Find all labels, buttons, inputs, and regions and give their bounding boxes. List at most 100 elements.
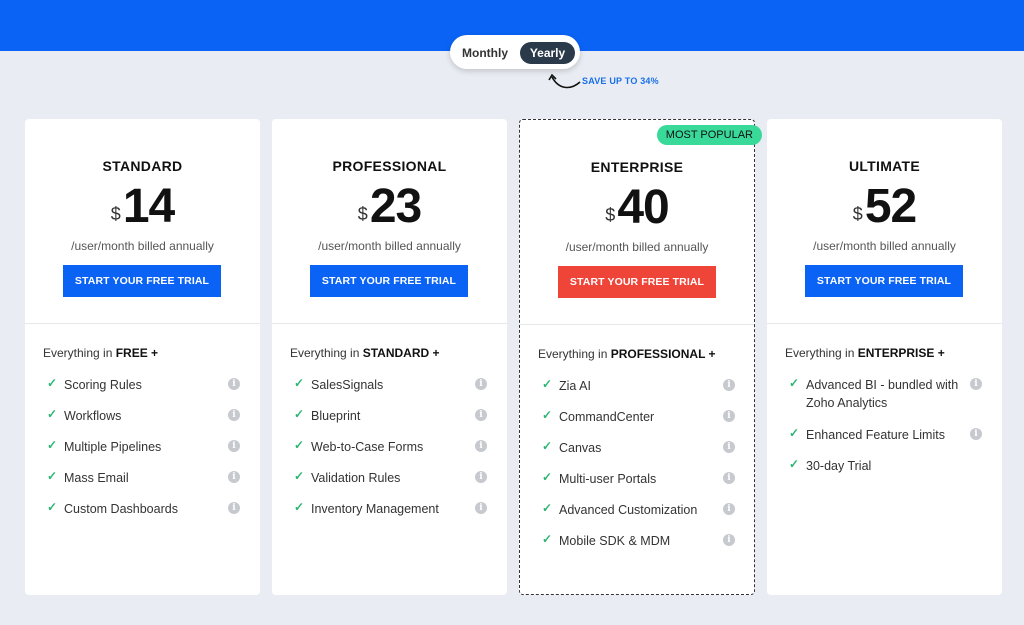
feature-label: Validation Rules [311,471,401,485]
check-icon: ✓ [789,457,800,471]
feature-item: ✓ Mass Email i [25,468,260,499]
billing-note: /user/month billed annually [318,239,461,253]
billing-note: /user/month billed annually [71,239,214,253]
check-icon: ✓ [294,469,305,483]
divider [520,324,754,325]
check-icon: ✓ [789,426,800,440]
info-icon[interactable]: i [228,378,240,390]
feature-label: Mass Email [64,471,129,485]
feature-item: ✓ Advanced BI - bundled with Zoho Analyti… [767,375,1002,425]
everything-plan: ENTERPRISE + [857,346,945,360]
start-trial-button[interactable]: START YOUR FREE TRIAL [805,265,963,297]
feature-label: Zia AI [559,379,591,393]
feature-item: ✓ Advanced Customization i [520,500,754,531]
info-icon[interactable]: i [228,502,240,514]
feature-item: ✓ CommandCenter i [520,407,754,438]
info-icon[interactable]: i [723,534,735,546]
feature-item: ✓ SalesSignals i [272,375,507,406]
plan-card-standard: STANDARD $14 /user/month billed annually… [25,119,260,595]
feature-label: 30-day Trial [806,459,872,473]
check-icon: ✓ [294,407,305,421]
plan-price: $23 [272,179,507,233]
start-trial-button[interactable]: START YOUR FREE TRIAL [63,265,221,297]
plan-name: STANDARD [102,158,183,174]
plan-price: $52 [767,179,1002,233]
info-icon[interactable]: i [723,410,735,422]
check-icon: ✓ [294,376,305,390]
info-icon[interactable]: i [475,502,487,514]
everything-in-note: Everything in STANDARD + [290,346,440,360]
feature-label: Inventory Management [311,502,439,516]
save-note: SAVE UP TO 34% [582,76,659,86]
info-icon[interactable]: i [475,378,487,390]
info-icon[interactable]: i [228,471,240,483]
feature-label: CommandCenter [559,410,655,424]
everything-plan: FREE + [115,346,159,360]
currency-symbol: $ [357,204,368,224]
info-icon[interactable]: i [475,471,487,483]
info-icon[interactable]: i [723,441,735,453]
everything-prefix: Everything in [290,346,360,360]
everything-prefix: Everything in [43,346,113,360]
plan-card-enterprise: MOST POPULAR ENTERPRISE $40 /user/month … [519,119,762,595]
plan-card-professional: PROFESSIONAL $23 /user/month billed annu… [272,119,507,595]
check-icon: ✓ [542,501,553,515]
info-icon[interactable]: i [475,409,487,421]
check-icon: ✓ [47,376,58,390]
feature-item: ✓ Inventory Management i [272,499,507,530]
everything-in-note: Everything in PROFESSIONAL + [538,347,716,361]
feature-label: Advanced Customization [559,503,698,517]
everything-prefix: Everything in [785,346,855,360]
feature-item: ✓ Mobile SDK & MDM i [520,531,754,562]
info-icon[interactable]: i [228,409,240,421]
toggle-yearly[interactable]: Yearly [520,42,575,64]
feature-label: Canvas [559,441,602,455]
divider [25,323,260,324]
currency-symbol: $ [110,204,121,224]
everything-in-note: Everything in FREE + [43,346,158,360]
info-icon[interactable]: i [723,503,735,515]
plan-name: PROFESSIONAL [332,158,447,174]
plan-price: $40 [520,180,754,234]
check-icon: ✓ [294,438,305,452]
feature-list: ✓ Advanced BI - bundled with Zoho Analyti… [767,375,1002,487]
divider [272,323,507,324]
check-icon: ✓ [294,500,305,514]
check-icon: ✓ [542,439,553,453]
feature-item: ✓ Workflows i [25,406,260,437]
plan-card-ultimate: ULTIMATE $52 /user/month billed annually… [767,119,1002,595]
feature-item: ✓ Multiple Pipelines i [25,437,260,468]
feature-label: Multiple Pipelines [64,440,162,454]
feature-list: ✓ SalesSignals i ✓ Blueprint i ✓ Web-to-Case … [272,375,507,530]
check-icon: ✓ [47,438,58,452]
feature-list: ✓ Scoring Rules i ✓ Workflows i ✓ Multiple Pi… [25,375,260,530]
check-icon: ✓ [542,532,553,546]
info-icon[interactable]: i [970,378,982,390]
toggle-monthly[interactable]: Monthly [456,42,514,64]
feature-label: SalesSignals [311,378,384,392]
divider [767,323,1002,324]
currency-symbol: $ [605,205,616,225]
feature-item: ✓ Scoring Rules i [25,375,260,406]
info-icon[interactable]: i [970,428,982,440]
start-trial-button[interactable]: START YOUR FREE TRIAL [558,266,716,298]
info-icon[interactable]: i [723,379,735,391]
most-popular-badge: MOST POPULAR [656,125,762,145]
feature-label: Blueprint [311,409,361,423]
info-icon[interactable]: i [228,440,240,452]
feature-label: Enhanced Feature Limits [806,428,945,442]
plan-price: $14 [25,179,260,233]
everything-plan: STANDARD + [362,346,440,360]
start-trial-button[interactable]: START YOUR FREE TRIAL [310,265,468,297]
check-icon: ✓ [789,376,800,390]
feature-item: ✓ Canvas i [520,438,754,469]
feature-label: Scoring Rules [64,378,142,392]
check-icon: ✓ [542,408,553,422]
billing-note: /user/month billed annually [813,239,956,253]
plan-name: ULTIMATE [848,158,921,174]
billing-toggle[interactable]: Monthly Yearly [450,35,580,69]
info-icon[interactable]: i [723,472,735,484]
info-icon[interactable]: i [475,440,487,452]
feature-label: Workflows [64,409,122,423]
feature-label: Advanced BI - bundled with Zoho Analytic… [806,378,959,410]
